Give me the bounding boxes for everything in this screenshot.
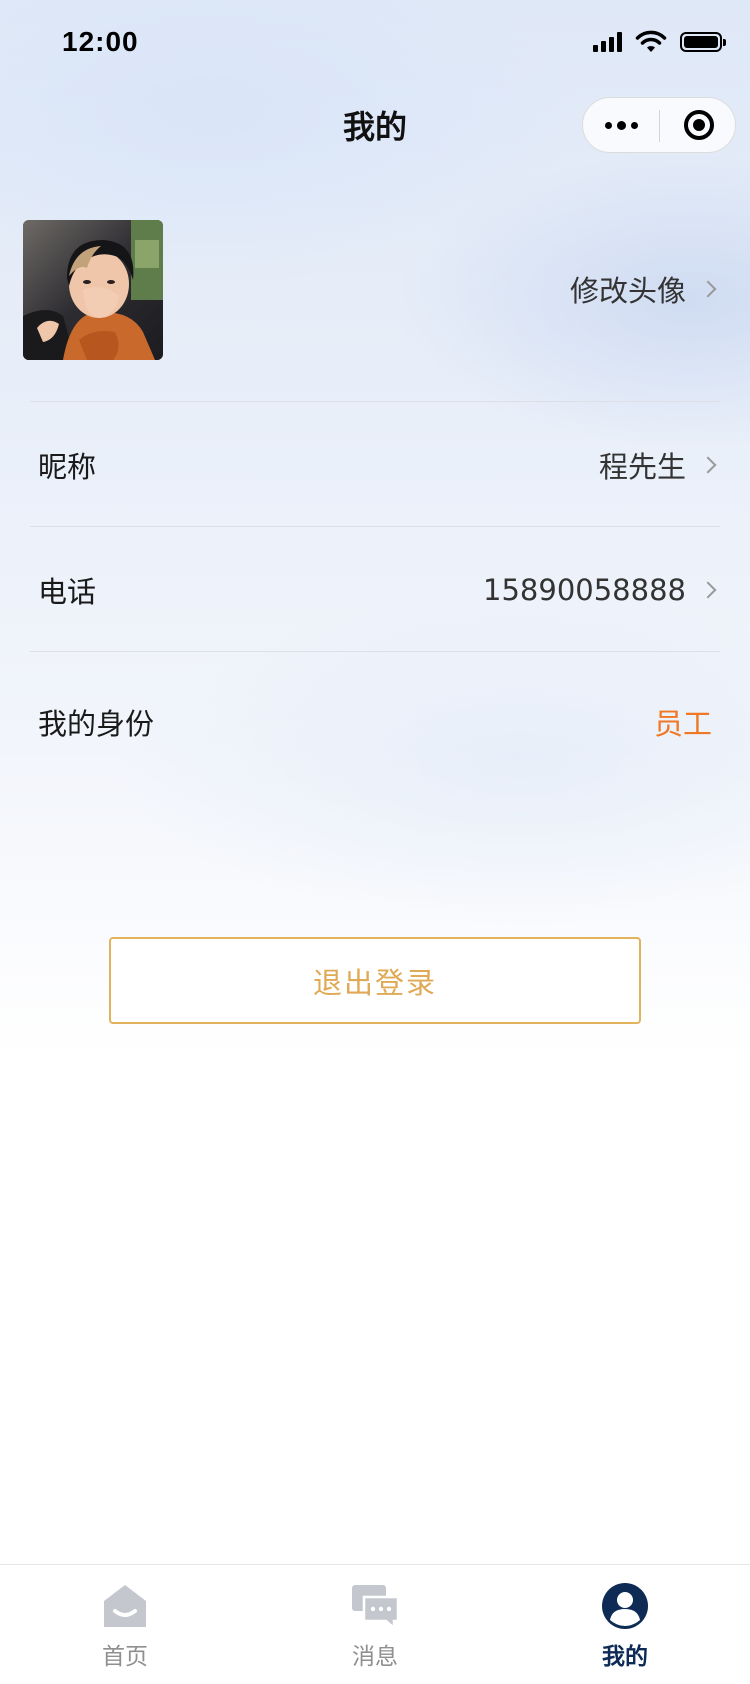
status-bar: 12:00 <box>0 0 750 88</box>
tab-home[interactable]: 首页 <box>0 1565 250 1684</box>
chevron-right-icon <box>699 456 717 473</box>
identity-label: 我的身份 <box>38 706 155 741</box>
mini-program-capsule <box>582 97 736 153</box>
home-icon <box>104 1585 146 1627</box>
battery-icon <box>680 32 726 52</box>
phone-label: 电话 <box>38 574 97 609</box>
tab-label-messages: 消息 <box>352 1644 398 1670</box>
profile-screen: 12:00 我的 修改头像 昵称 程先生 电话 15890058888 我的身份… <box>0 0 750 1684</box>
message-icon <box>352 1585 400 1631</box>
nickname-label: 昵称 <box>38 449 97 484</box>
status-icons <box>593 30 726 54</box>
tab-bar: 首页 消息 我的 <box>0 1564 750 1684</box>
chevron-right-icon <box>699 280 717 298</box>
target-close-icon[interactable] <box>660 98 737 152</box>
change-avatar-link: 修改头像 <box>569 274 686 308</box>
phone-row[interactable]: 电话 15890058888 <box>0 527 750 652</box>
logout-button[interactable]: 退出登录 <box>109 937 641 1024</box>
nickname-value: 程先生 <box>598 449 686 484</box>
identity-value: 员工 <box>653 706 712 741</box>
tab-profile[interactable]: 我的 <box>500 1565 750 1684</box>
tab-label-home: 首页 <box>102 1644 148 1670</box>
chevron-right-icon <box>699 581 717 598</box>
more-dots-icon[interactable] <box>583 98 660 152</box>
avatar <box>23 220 163 360</box>
avatar-row[interactable]: 修改头像 <box>0 200 750 400</box>
wifi-icon <box>635 30 667 52</box>
identity-row: 我的身份 员工 <box>0 659 750 784</box>
user-icon <box>602 1583 648 1629</box>
status-time: 12:00 <box>62 26 139 57</box>
divider <box>30 651 720 652</box>
tab-label-profile: 我的 <box>602 1644 648 1670</box>
nickname-row[interactable]: 昵称 程先生 <box>0 402 750 527</box>
phone-value: 15890058888 <box>483 572 686 607</box>
tab-messages[interactable]: 消息 <box>250 1565 500 1684</box>
signal-icon <box>593 32 622 52</box>
